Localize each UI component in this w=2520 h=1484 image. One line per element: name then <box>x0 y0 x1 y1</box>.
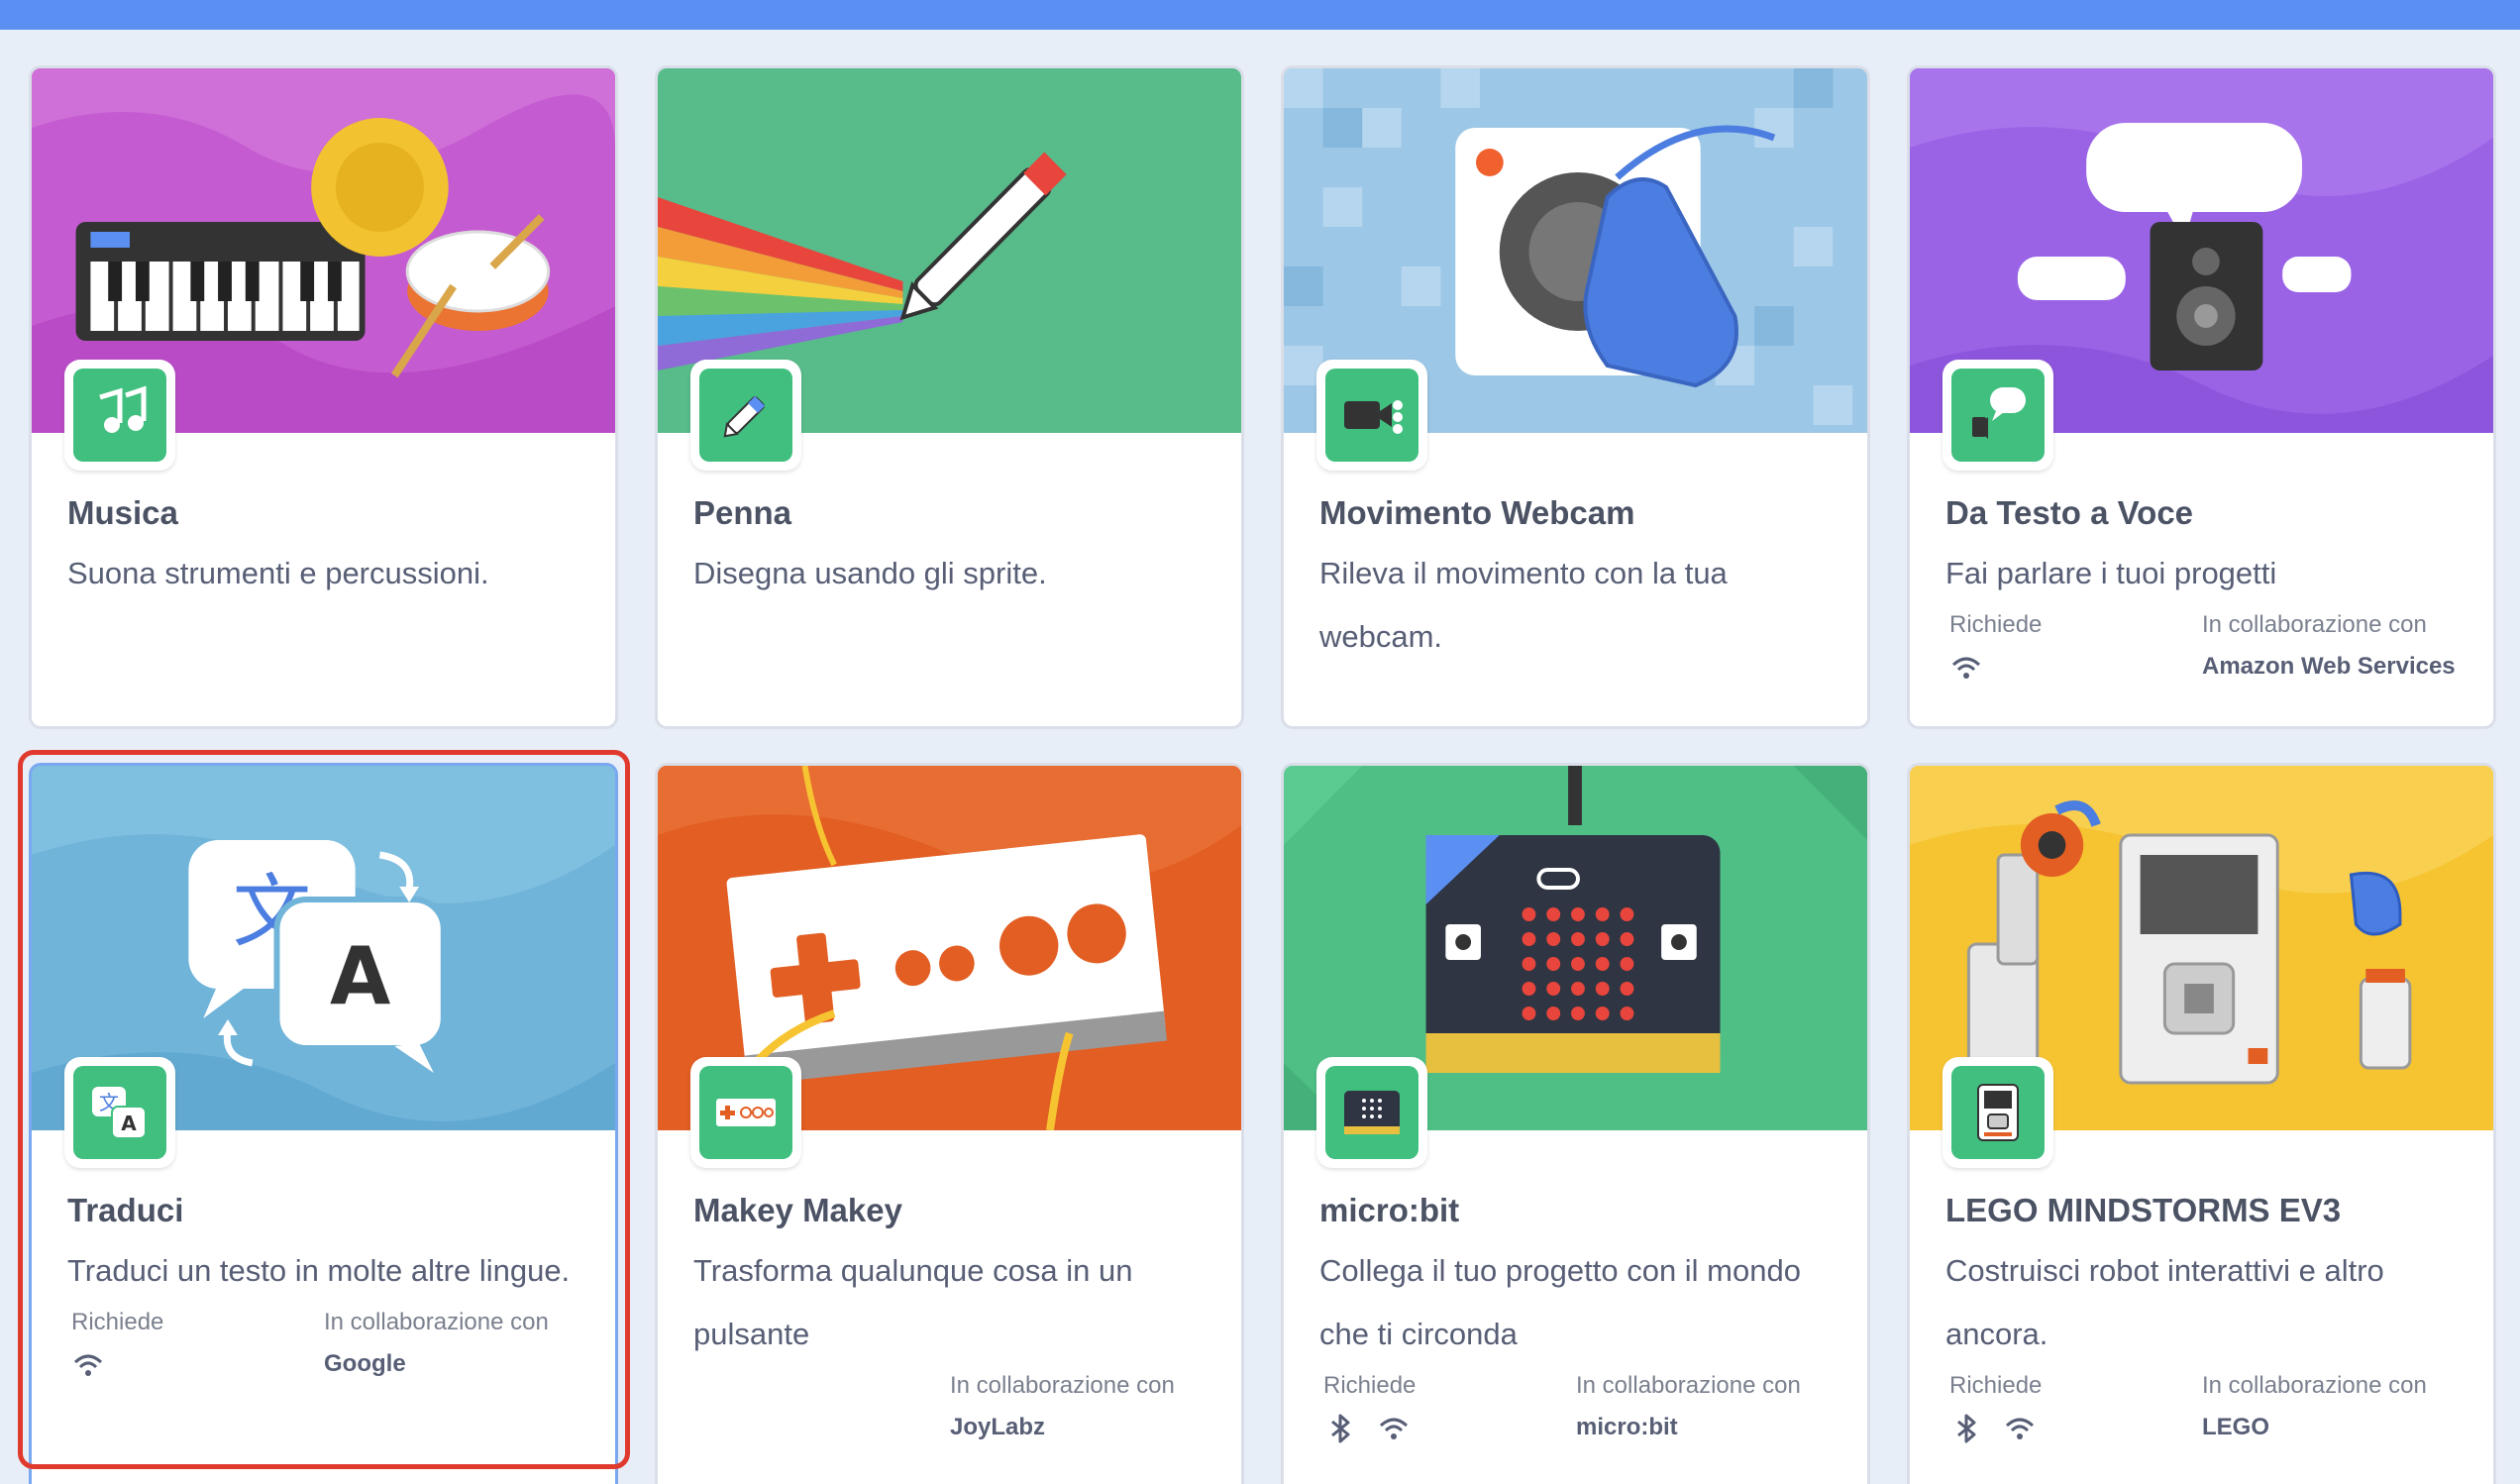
extension-title: micro:bit <box>1319 1192 1460 1228</box>
wifi-icon <box>1379 1418 1409 1439</box>
extension-description: Disegna usando gli sprite. <box>693 556 1047 590</box>
pen-badge <box>690 360 801 471</box>
ev3-brick-icon <box>1977 1084 2019 1141</box>
pen-icon <box>723 395 766 438</box>
partner-label: In collaborazione con <box>2202 611 2427 638</box>
tts-badge <box>1942 360 2053 471</box>
extension-card-pen[interactable]: Penna Disegna usando gli sprite. <box>655 65 1244 729</box>
bluetooth-icon <box>1331 1414 1350 1443</box>
extension-card-text-to-speech[interactable]: Da Testo a Voce Fai parlare i tuoi proge… <box>1907 65 2496 729</box>
extension-description: Traduci un testo in molte altre lingue. <box>67 1253 571 1288</box>
translate-badge: 文 A <box>64 1057 175 1168</box>
requirements-icons <box>1323 1412 1411 1445</box>
partner-name: micro:bit <box>1576 1414 1678 1440</box>
extension-title: Makey Makey <box>693 1192 902 1228</box>
requirements-icons <box>1949 651 1983 685</box>
microbit-icon <box>1344 1091 1400 1134</box>
video-badge <box>1316 360 1427 471</box>
requirements-icons <box>71 1348 105 1382</box>
extension-description: Collega il tuo progetto con il mondo che… <box>1319 1253 1801 1351</box>
partner-label: In collaborazione con <box>1576 1372 1801 1399</box>
requires-label: Richiede <box>1949 611 2043 638</box>
partner-name: JoyLabz <box>950 1414 1046 1440</box>
music-notes-icon <box>99 385 147 433</box>
extension-description: Rileva il movimento con la tua webcam. <box>1319 556 1728 654</box>
extension-card-makey-makey[interactable]: Makey Makey Trasforma qualunque cosa in … <box>655 763 1244 1484</box>
extension-card-video-sensing[interactable]: Movimento Webcam Rileva il movimento con… <box>1281 65 1870 729</box>
extension-title: Movimento Webcam <box>1319 494 1635 531</box>
partner-name: Amazon Web Services <box>2202 653 2456 680</box>
music-badge <box>64 360 175 471</box>
extension-title: LEGO MINDSTORMS EV3 <box>1945 1192 2342 1228</box>
speech-bubble-icon <box>1972 387 2026 439</box>
extension-card-microbit[interactable]: micro:bit Collega il tuo progetto con il… <box>1281 763 1870 1484</box>
svg-text:A: A <box>121 1112 137 1135</box>
bluetooth-icon <box>1957 1414 1976 1443</box>
extension-card-translate[interactable]: 文 A 文 A Traduci Traduci un testo in molt… <box>29 763 618 1484</box>
video-camera-icon <box>1344 400 1403 434</box>
extension-card-music[interactable]: Musica Suona strumenti e percussioni. <box>29 65 618 729</box>
partner-name: Google <box>324 1350 406 1377</box>
extension-description: Trasforma qualunque cosa in un pulsante <box>693 1253 1133 1351</box>
ev3-badge <box>1942 1057 2053 1168</box>
partner-label: In collaborazione con <box>950 1372 1175 1399</box>
extension-title: Da Testo a Voce <box>1945 494 2194 531</box>
partner-name: LEGO <box>2202 1414 2270 1440</box>
extension-library-grid: Musica Suona strumenti e percussioni. Pe… <box>0 0 2520 1484</box>
extension-title: Traduci <box>67 1192 184 1228</box>
wifi-icon <box>73 1354 103 1376</box>
makeymakey-badge <box>690 1057 801 1168</box>
extension-title: Musica <box>67 494 178 531</box>
extension-card-ev3[interactable]: LEGO MINDSTORMS EV3 Costruisci robot int… <box>1907 763 2496 1484</box>
extension-title: Penna <box>693 494 792 531</box>
wifi-icon <box>1951 657 1981 679</box>
svg-text:A: A <box>330 930 391 1022</box>
requires-label: Richiede <box>71 1309 164 1335</box>
partner-label: In collaborazione con <box>2202 1372 2427 1399</box>
microbit-badge <box>1316 1057 1427 1168</box>
extension-description: Fai parlare i tuoi progetti <box>1945 556 2277 590</box>
extension-description: Suona strumenti e percussioni. <box>67 556 489 590</box>
requires-label: Richiede <box>1323 1372 1417 1399</box>
makey-board-icon <box>716 1099 776 1126</box>
translate-icon: 文 A <box>92 1087 147 1139</box>
wifi-icon <box>2005 1418 2035 1439</box>
requirements-icons <box>1949 1412 2037 1445</box>
requires-label: Richiede <box>1949 1372 2043 1399</box>
extension-description: Costruisci robot interattivi e altro anc… <box>1945 1253 2384 1351</box>
partner-label: In collaborazione con <box>324 1309 549 1335</box>
